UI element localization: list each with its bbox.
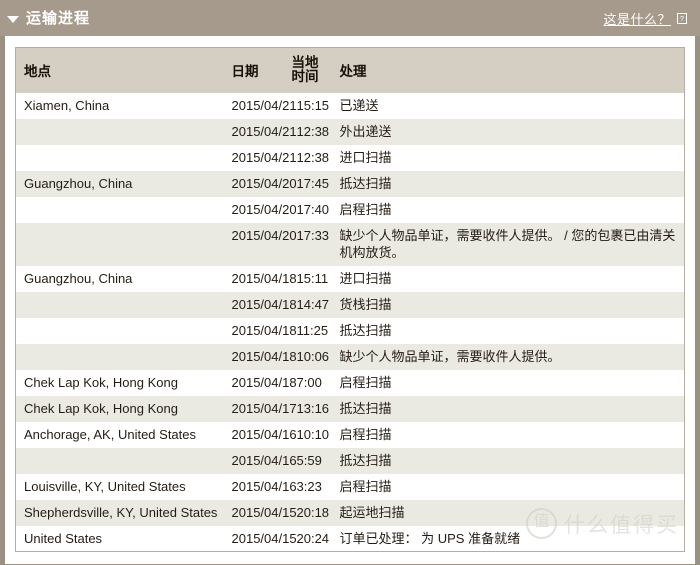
table-row: United States 2015/04/15 20:24 订单已处理： 为 UPS… (15, 525, 685, 552)
column-header-activity: 处理 (334, 47, 685, 93)
cell-activity: 启程扫描 (334, 473, 685, 500)
table-row: 2015/04/20 17:40 启程扫描 (15, 196, 685, 223)
cell-location (15, 291, 224, 318)
table-row: 2015/04/20 17:33 缺少个人物品单证，需要收件人提供。 / 您的包裹已… (15, 222, 685, 266)
cell-date: 2015/04/18 (223, 369, 297, 396)
cell-date: 2015/04/16 (223, 447, 297, 474)
local-time-line2: 时间 (291, 68, 319, 84)
cell-location: Guangzhou, China (15, 170, 224, 197)
table-row: Xiamen, China 2015/04/21 15:15 已递送 (15, 92, 685, 119)
cell-location: Louisville, KY, United States (15, 473, 224, 500)
triangle-down-icon[interactable] (7, 15, 19, 23)
cell-activity: 缺少个人物品单证，需要收件人提供。 / 您的包裹已由清关机构放货。 (334, 222, 685, 266)
cell-location (15, 196, 224, 223)
cell-location (15, 222, 224, 266)
cell-date: 2015/04/20 (223, 222, 297, 266)
cell-activity: 进口扫描 (334, 144, 685, 171)
cell-activity: 抵达扫描 (334, 170, 685, 197)
table-row: 2015/04/16 5:59 抵达扫描 (15, 447, 685, 474)
cell-date: 2015/04/16 (223, 473, 297, 500)
cell-location: Chek Lap Kok, Hong Kong (15, 369, 224, 396)
cell-activity: 启程扫描 (334, 369, 685, 396)
cell-location (15, 118, 224, 145)
panel-titlebar: 运输进程 这是什么？ ? (0, 0, 700, 36)
page-title: 运输进程 (26, 9, 91, 27)
table-row: Anchorage, AK, United States 2015/04/16 10… (15, 421, 685, 448)
cell-location: United States (15, 525, 224, 552)
cell-location: Guangzhou, China (15, 265, 224, 292)
table-head: 地点 日期 当地 时间 处理 (15, 47, 685, 93)
table-row: Shepherdsville, KY, United States 2015/04… (15, 499, 685, 526)
cell-date: 2015/04/21 (223, 92, 297, 119)
cell-activity: 抵达扫描 (334, 395, 685, 422)
cell-date: 2015/04/18 (223, 265, 297, 292)
cell-activity: 启程扫描 (334, 196, 685, 223)
table-row: Guangzhou, China 2015/04/18 15:11 进口扫描 (15, 265, 685, 292)
cell-activity: 外出递送 (334, 118, 685, 145)
cell-activity: 起运地扫描 (334, 499, 685, 526)
cell-activity: 货栈扫描 (334, 291, 685, 318)
shipment-progress-panel: 运输进程 这是什么？ ? 地点 日期 当地 时间 处理 Xiamen, China… (0, 0, 700, 565)
cell-date: 2015/04/20 (223, 170, 297, 197)
cell-activity: 启程扫描 (334, 421, 685, 448)
table-row: 2015/04/21 12:38 外出递送 (15, 118, 685, 145)
cell-date: 2015/04/18 (223, 291, 297, 318)
cell-location: Xiamen, China (15, 92, 224, 119)
local-time-line1: 当地 (291, 54, 319, 70)
cell-activity: 进口扫描 (334, 265, 685, 292)
table-row: 2015/04/21 12:38 进口扫描 (15, 144, 685, 171)
cell-date: 2015/04/15 (223, 525, 297, 552)
cell-date: 2015/04/21 (223, 118, 297, 145)
help-box-icon[interactable]: ? (677, 12, 687, 24)
column-header-date: 日期 (223, 47, 289, 93)
cell-activity: 订单已处理： 为 UPS 准备就绪 (334, 525, 685, 552)
table-row: 2015/04/18 14:47 货栈扫描 (15, 291, 685, 318)
cell-location: Chek Lap Kok, Hong Kong (15, 395, 224, 422)
table-row: Guangzhou, China 2015/04/20 17:45 抵达扫描 (15, 170, 685, 197)
panel-body: 地点 日期 当地 时间 处理 Xiamen, China 2015/04/21 15:… (5, 36, 695, 565)
cell-location (15, 343, 224, 370)
cell-date: 2015/04/16 (223, 421, 297, 448)
titlebar-actions: 这是什么？ ? (603, 9, 691, 28)
column-header-location: 地点 (15, 47, 224, 93)
cell-date: 2015/04/17 (223, 395, 297, 422)
cell-location (15, 447, 224, 474)
cell-date: 2015/04/20 (223, 196, 297, 223)
cell-date: 2015/04/18 (223, 317, 297, 344)
cell-activity: 缺少个人物品单证，需要收件人提供。 (334, 343, 685, 370)
cell-date: 2015/04/21 (223, 144, 297, 171)
column-header-local-time: 当地 时间 (288, 47, 335, 93)
cell-location: Shepherdsville, KY, United States (15, 499, 224, 526)
table-body: Xiamen, China 2015/04/21 15:15 已递送 2015/04/2… (15, 92, 685, 552)
cell-date: 2015/04/15 (223, 499, 297, 526)
table-row: Chek Lap Kok, Hong Kong 2015/04/17 13:16 抵达… (15, 395, 685, 422)
shipment-progress-table: 地点 日期 当地 时间 处理 Xiamen, China 2015/04/21 15:… (15, 47, 685, 553)
what-is-this-link[interactable]: 这是什么？ (603, 9, 671, 28)
table-row: Chek Lap Kok, Hong Kong 2015/04/18 7:00 启程扫… (15, 369, 685, 396)
cell-activity: 抵达扫描 (334, 317, 685, 344)
cell-location (15, 144, 224, 171)
table-header-row: 地点 日期 当地 时间 处理 (15, 47, 685, 93)
table-row: Louisville, KY, United States 2015/04/16 3… (15, 473, 685, 500)
table-row: 2015/04/18 11:25 抵达扫描 (15, 317, 685, 344)
cell-activity: 抵达扫描 (334, 447, 685, 474)
table-row: 2015/04/18 10:06 缺少个人物品单证，需要收件人提供。 (15, 343, 685, 370)
cell-date: 2015/04/18 (223, 343, 297, 370)
cell-location (15, 317, 224, 344)
cell-activity: 已递送 (334, 92, 685, 119)
cell-location: Anchorage, AK, United States (15, 421, 224, 448)
